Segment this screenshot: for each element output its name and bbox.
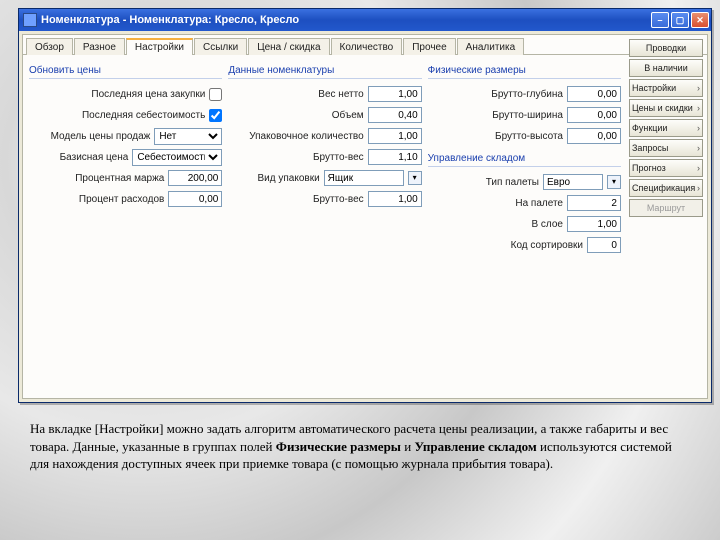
input-pallet-type[interactable] xyxy=(543,174,603,190)
tab-qty[interactable]: Количество xyxy=(331,38,403,55)
tab-settings[interactable]: Настройки xyxy=(126,38,193,55)
label-last-cost: Последняя себестоимость xyxy=(82,110,205,121)
label-packqty: Упаковочное количество xyxy=(249,131,363,142)
maximize-button[interactable]: ▢ xyxy=(671,12,689,28)
tab-analytics[interactable]: Аналитика xyxy=(457,38,525,55)
input-width[interactable] xyxy=(567,107,621,123)
check-last-cost[interactable] xyxy=(209,109,222,122)
group-right: Физические размеры Брутто-глубина Брутто… xyxy=(428,65,621,390)
label-gross2: Брутто-вес xyxy=(313,194,364,205)
btn-forecast[interactable]: Прогноз xyxy=(629,159,703,177)
group-price-title: Обновить цены xyxy=(29,65,222,79)
caption-bold2: Управление складом xyxy=(414,439,536,454)
input-gross2[interactable] xyxy=(368,191,422,207)
select-sales-model[interactable]: Нет xyxy=(154,128,222,145)
label-base-price: Базисная цена xyxy=(60,152,129,163)
group-price: Обновить цены Последняя цена закупки Пос… xyxy=(29,65,222,390)
input-depth[interactable] xyxy=(567,86,621,102)
caption-part2: и xyxy=(401,439,414,454)
btn-prices[interactable]: Цены и скидки xyxy=(629,99,703,117)
input-on-pallet[interactable] xyxy=(567,195,621,211)
titlebar: Номенклатура - Номенклатура: Кресло, Кре… xyxy=(19,9,711,31)
btn-queries[interactable]: Запросы xyxy=(629,139,703,157)
tab-misc[interactable]: Разное xyxy=(74,38,125,55)
label-last-purchase: Последняя цена закупки xyxy=(91,89,205,100)
window-title: Номенклатура - Номенклатура: Кресло, Кре… xyxy=(41,14,651,26)
label-net: Вес нетто xyxy=(318,89,363,100)
input-packqty[interactable] xyxy=(368,128,422,144)
label-markup: Процентная маржа xyxy=(75,173,164,184)
pallet-lookup-icon[interactable]: ▾ xyxy=(607,175,621,189)
slide-caption: На вкладке [Настройки] можно задать алго… xyxy=(30,420,680,473)
group-phys-title: Физические размеры xyxy=(428,65,621,79)
input-vol[interactable] xyxy=(368,107,422,123)
label-expense: Процент расходов xyxy=(79,194,164,205)
label-depth: Брутто-глубина xyxy=(491,89,563,100)
caption-bold1: Физические размеры xyxy=(276,439,401,454)
btn-settings[interactable]: Настройки xyxy=(629,79,703,97)
tab-overview[interactable]: Обзор xyxy=(26,38,73,55)
input-net[interactable] xyxy=(368,86,422,102)
label-sales-model: Модель цены продаж xyxy=(51,131,151,142)
group-wh-title: Управление складом xyxy=(428,153,621,167)
label-on-pallet: На палете xyxy=(515,198,563,209)
btn-route: Маршрут xyxy=(629,199,703,217)
label-vol: Объем xyxy=(332,110,364,121)
tab-links[interactable]: Ссылки xyxy=(194,38,247,55)
tab-strip: Обзор Разное Настройки Ссылки Цена / ски… xyxy=(23,35,707,55)
close-button[interactable]: ✕ xyxy=(691,12,709,28)
label-in-layer: В слое xyxy=(531,219,563,230)
input-markup[interactable] xyxy=(168,170,222,186)
tab-other[interactable]: Прочее xyxy=(403,38,455,55)
btn-functions[interactable]: Функции xyxy=(629,119,703,137)
packtype-lookup-icon[interactable]: ▾ xyxy=(408,171,422,185)
app-window: Номенклатура - Номенклатура: Кресло, Кре… xyxy=(18,8,712,403)
input-packtype[interactable] xyxy=(324,170,404,186)
group-data: Данные номенклатуры Вес нетто Объем Упак… xyxy=(228,65,421,390)
minimize-button[interactable]: – xyxy=(651,12,669,28)
label-pallet-type: Тип палеты xyxy=(486,177,539,188)
tab-content: Обновить цены Последняя цена закупки Пос… xyxy=(23,57,627,398)
label-height: Брутто-высота xyxy=(495,131,563,142)
btn-onhand[interactable]: В наличии xyxy=(629,59,703,77)
action-pane: Проводки В наличии Настройки Цены и скид… xyxy=(629,39,703,217)
input-gross[interactable] xyxy=(368,149,422,165)
group-data-title: Данные номенклатуры xyxy=(228,65,421,79)
input-expense[interactable] xyxy=(168,191,222,207)
btn-transactions[interactable]: Проводки xyxy=(629,39,703,57)
label-packtype: Вид упаковки xyxy=(257,173,319,184)
check-last-purchase[interactable] xyxy=(209,88,222,101)
input-in-layer[interactable] xyxy=(567,216,621,232)
input-sort[interactable] xyxy=(587,237,621,253)
input-height[interactable] xyxy=(567,128,621,144)
label-gross: Брутто-вес xyxy=(313,152,364,163)
label-width: Брутто-ширина xyxy=(492,110,563,121)
btn-bom[interactable]: Спецификация xyxy=(629,179,703,197)
tab-price[interactable]: Цена / скидка xyxy=(248,38,329,55)
label-sort: Код сортировки xyxy=(511,240,583,251)
select-base-price[interactable]: Себестоимость xyxy=(132,149,222,166)
app-icon xyxy=(23,13,37,27)
client-area: Обзор Разное Настройки Ссылки Цена / ски… xyxy=(22,34,708,399)
